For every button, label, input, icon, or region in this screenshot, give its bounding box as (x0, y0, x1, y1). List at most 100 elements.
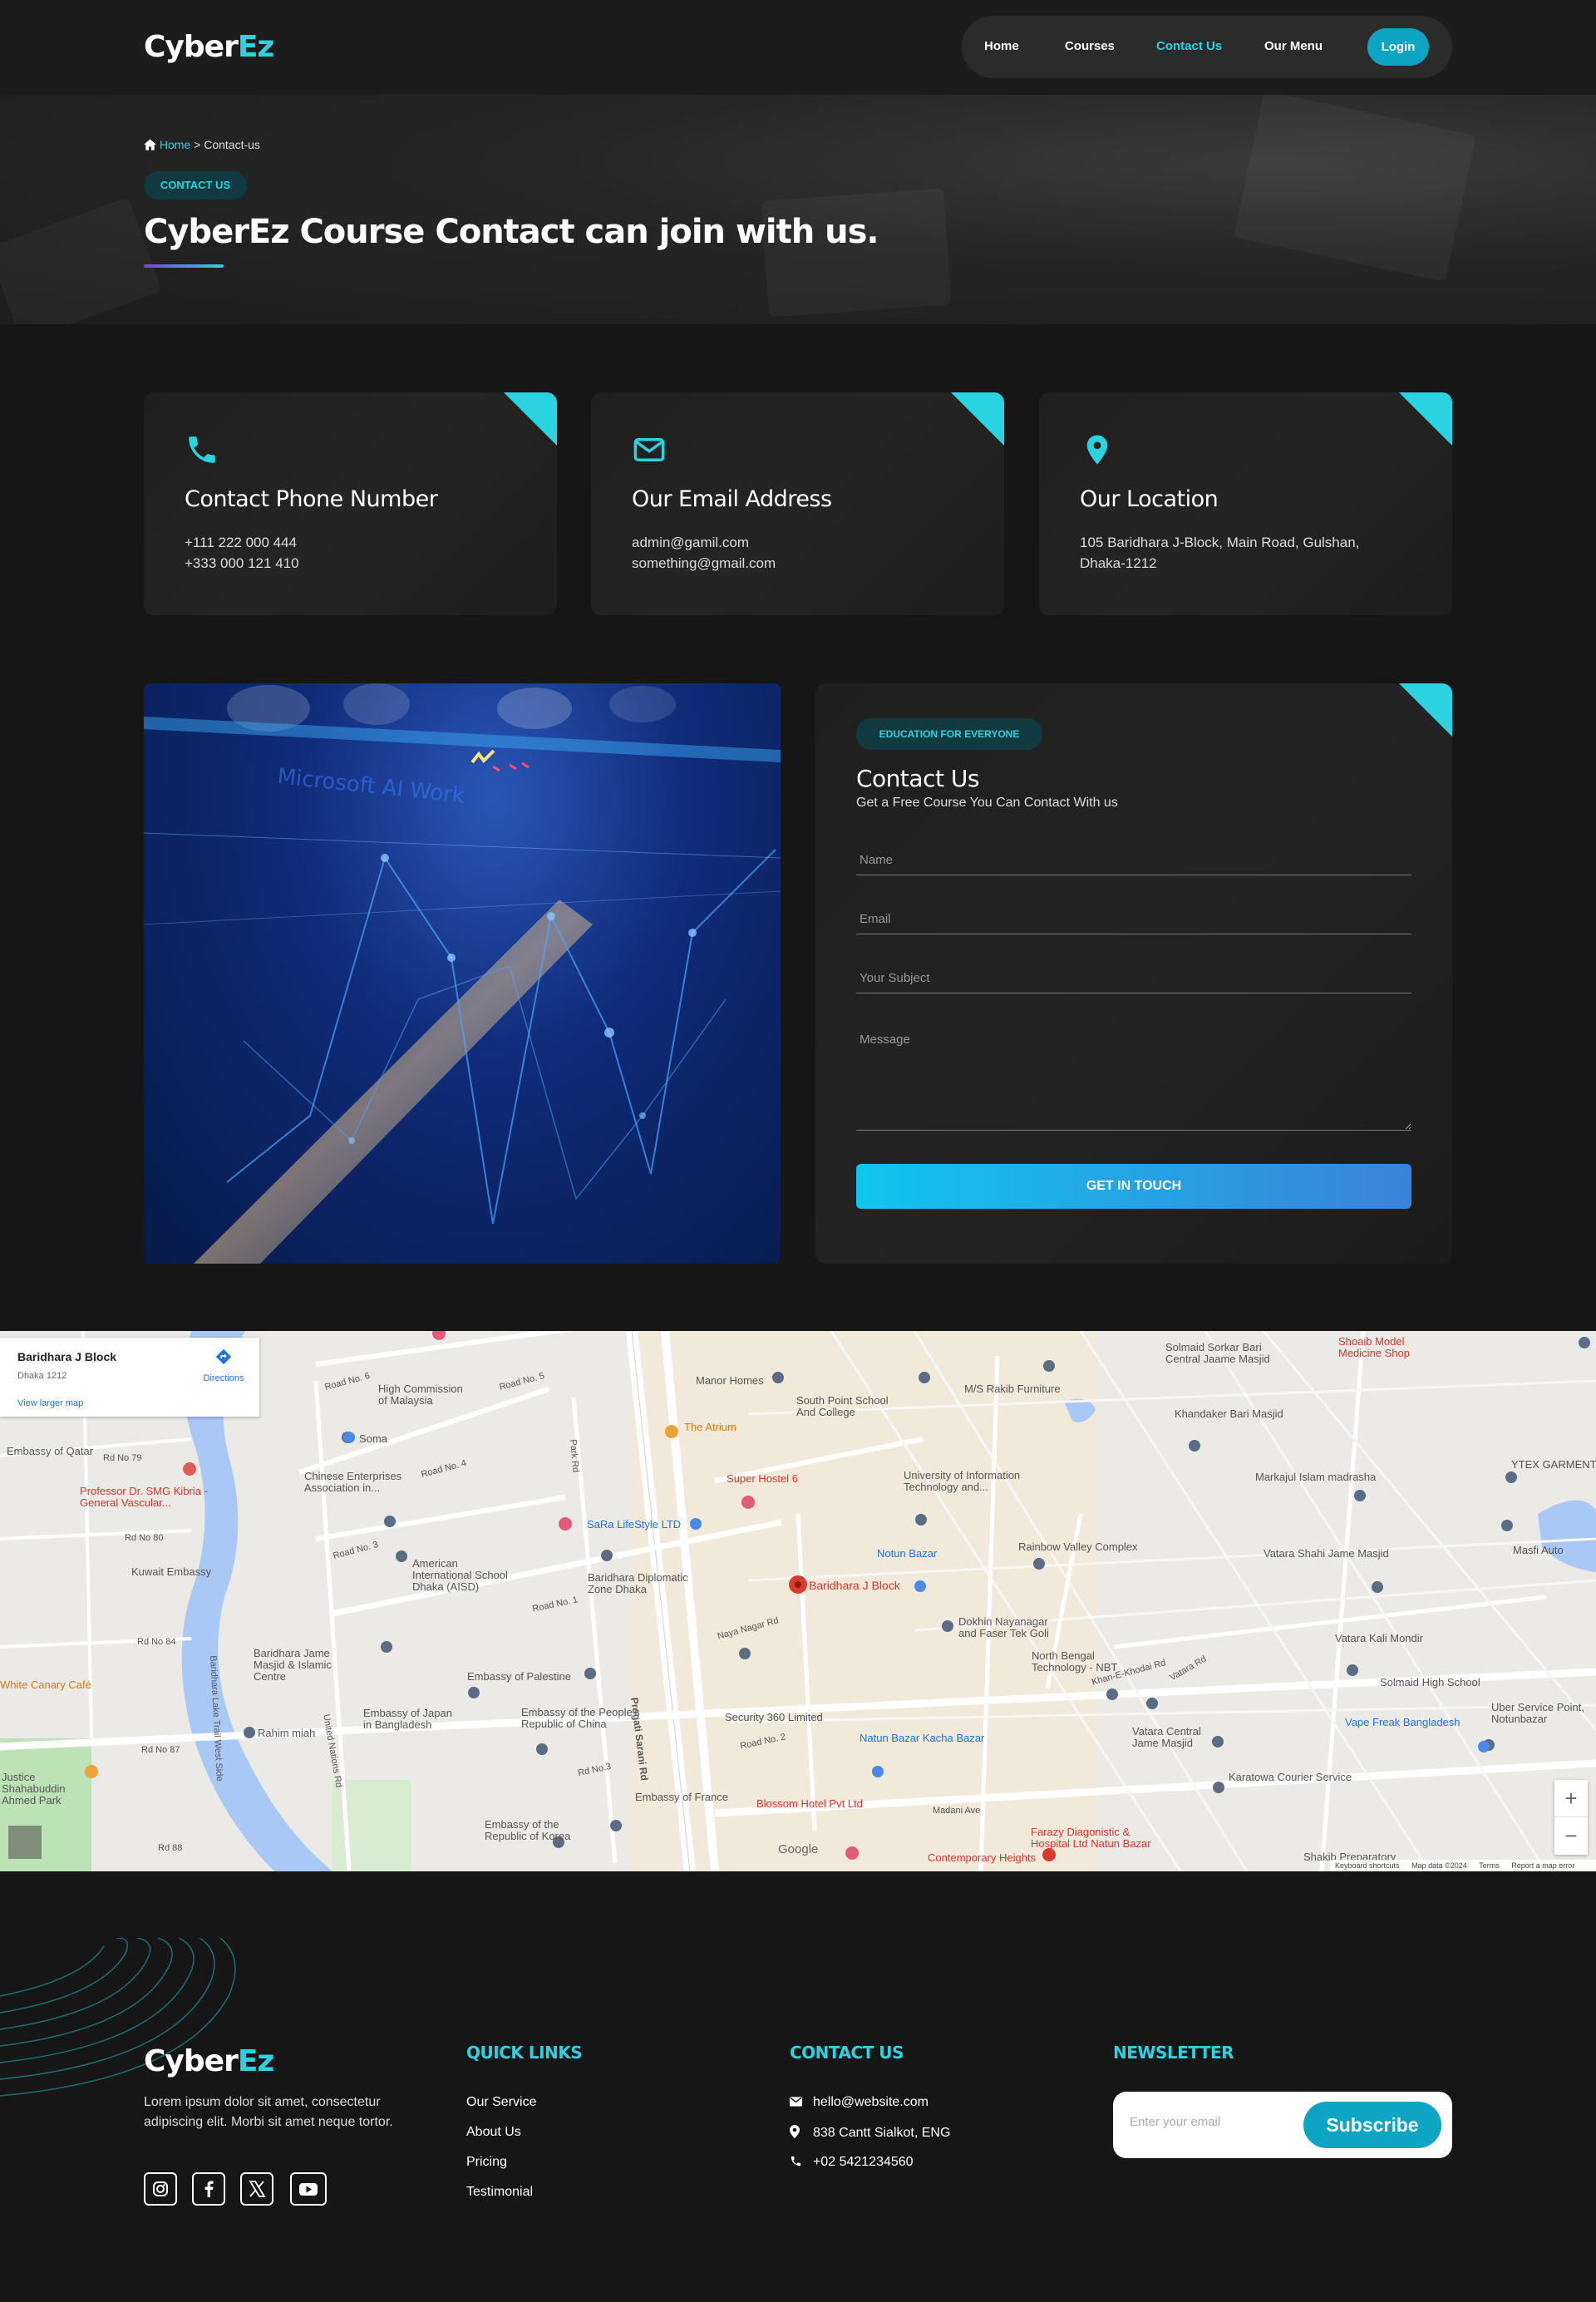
nav-contact-us[interactable]: Contact Us (1156, 39, 1222, 53)
map-label: Soma (359, 1432, 387, 1445)
nav-our-menu[interactable]: Our Menu (1264, 39, 1323, 53)
map-label: Embassy of Palestine (467, 1670, 572, 1683)
place-name: Baridhara J Block (17, 1350, 117, 1363)
subject-field[interactable] (856, 964, 1411, 993)
directions-button[interactable]: Directions (198, 1348, 249, 1385)
map-label: Vatara Kali Mondir (1335, 1632, 1423, 1644)
hero-badge: CONTACT US (144, 171, 247, 200)
map-label: Blossom Hotel Pvt Ltd (756, 1797, 863, 1810)
map-label: Solmaid High School (1380, 1676, 1480, 1688)
login-button[interactable]: Login (1367, 28, 1429, 66)
location-line-2: Dhaka-1212 (1080, 555, 1157, 571)
footer-link-testimonial[interactable]: Testimonial (466, 2185, 533, 2200)
facebook-icon[interactable] (192, 2172, 225, 2206)
top-nav: CyberEz Home Courses Contact Us Our Menu… (0, 0, 1596, 95)
map-road-label: Rd No 80 (125, 1533, 164, 1543)
contact-form: EDUCATION FOR EVERYONE Contact Us Get a … (815, 683, 1452, 1264)
card-corner (951, 392, 1004, 446)
map-label: Khandaker Bari Masjid (1175, 1407, 1283, 1420)
nav-home[interactable]: Home (984, 39, 1019, 53)
map-road-label: Madani Ave (933, 1806, 981, 1816)
map-label: Masfi Auto (1513, 1544, 1564, 1556)
newsletter-form: Subscribe (1113, 2092, 1452, 2158)
footer-link-our-service[interactable]: Our Service (466, 2095, 536, 2110)
map-label: Embassy of the Republic of Korea (485, 1818, 571, 1842)
map-label: American International School Dhaka (AIS… (412, 1557, 508, 1593)
form-badge: EDUCATION FOR EVERYONE (856, 718, 1042, 750)
newsletter-title: NEWSLETTER (1113, 2043, 1234, 2063)
map-label: Justice Shahabuddin Ahmed Park (2, 1771, 66, 1807)
zoom-out-button[interactable]: − (1554, 1817, 1588, 1854)
form-subtitle: Get a Free Course You Can Contact With u… (856, 796, 1118, 810)
email-line-1[interactable]: admin@gamil.com (632, 532, 749, 553)
nav-courses[interactable]: Courses (1065, 39, 1115, 53)
card-title: Contact Phone Number (185, 486, 438, 512)
map-label: Vape Freak Bangladesh (1345, 1716, 1461, 1728)
map-label: Vatara Shahi Jame Masjid (1264, 1547, 1389, 1560)
footer-logo[interactable]: CyberEz (144, 2044, 274, 2078)
keyboard-shortcuts-link[interactable]: Keyboard shortcuts (1335, 1861, 1400, 1870)
page-title: CyberEz Course Contact can join with us. (144, 213, 879, 251)
hero-banner: Home > Contact-us CONTACT US CyberEz Cou… (0, 95, 1596, 324)
map-label: M/S Rakib Furniture (964, 1383, 1061, 1395)
view-larger-map-link[interactable]: View larger map (17, 1398, 83, 1408)
subscribe-button[interactable]: Subscribe (1303, 2102, 1441, 2148)
embedded-map[interactable]: Baridhara J Block Dhaka 1212 View larger… (0, 1331, 1596, 1871)
zoom-controls: + − (1554, 1780, 1588, 1855)
map-label: South Point School And College (796, 1394, 889, 1418)
map-label: Uber Service Point, Notunbazar (1491, 1701, 1584, 1725)
card-title: Our Location (1080, 486, 1219, 512)
instagram-icon[interactable] (144, 2172, 177, 2206)
title-underline (144, 264, 224, 268)
footer-link-pricing[interactable]: Pricing (466, 2155, 507, 2170)
home-icon (144, 139, 156, 153)
map-label: Markajul Islam madrasha (1255, 1471, 1377, 1483)
hero-keyboard-shape (0, 196, 163, 324)
map-label: Security 360 Limited (725, 1711, 823, 1723)
brand-logo[interactable]: CyberEz (144, 30, 274, 64)
map-label: High Commission of Malaysia (378, 1383, 463, 1407)
report-error-link[interactable]: Report a map error (1511, 1861, 1574, 1870)
card-title: Our Email Address (632, 486, 832, 512)
youtube-icon[interactable] (290, 2172, 327, 2206)
map-label: White Canary Café (0, 1678, 91, 1691)
map-label: Baridhara Jame Masjid & Islamic Centre (254, 1647, 332, 1683)
map-place-card: Baridhara J Block Dhaka 1212 View larger… (0, 1338, 259, 1417)
map-pin-label[interactable]: Baridhara J Block (809, 1579, 900, 1592)
map-road-label: Rd 88 (158, 1843, 183, 1853)
terms-link[interactable]: Terms (1479, 1861, 1500, 1870)
name-field[interactable] (856, 845, 1411, 875)
phone-card: Contact Phone Number +111 222 000 444 +3… (144, 392, 557, 615)
breadcrumb-home[interactable]: Home (160, 138, 190, 151)
email-line-2[interactable]: something@gmail.com (632, 553, 776, 574)
map-label: Embassy of Japan in Bangladesh (363, 1707, 452, 1731)
site-footer: CyberEz Lorem ipsum dolor sit amet, cons… (0, 1871, 1596, 2302)
footer-contact-email[interactable]: hello@website.com (790, 2095, 929, 2111)
newsletter-email-input[interactable] (1130, 2115, 1288, 2129)
phone-line-2: +333 000 121 410 (185, 555, 299, 571)
map-label: Chinese Enterprises Association in... (304, 1470, 402, 1494)
footer-about: Lorem ipsum dolor sit amet, consectetur … (144, 2095, 393, 2129)
map-label: Kuwait Embassy (131, 1565, 212, 1578)
message-field[interactable] (856, 1023, 1411, 1131)
x-icon[interactable] (240, 2172, 273, 2206)
footer-contact-phone[interactable]: +02 5421234560 (790, 2155, 914, 2171)
photo-illustration: Microsoft AI Work (144, 683, 781, 1264)
zoom-in-button[interactable]: + (1554, 1780, 1588, 1817)
main-menu: Home Courses Contact Us Our Menu Login (962, 16, 1452, 78)
map-road-label: Rd No 84 (137, 1637, 176, 1647)
place-subtitle: Dhaka 1212 (17, 1371, 67, 1381)
google-logo: Google (778, 1842, 819, 1856)
hero-laptop-shape (761, 188, 952, 318)
map-label: Embassy of France (635, 1791, 728, 1803)
location-line-1: 105 Baridhara J-Block, Main Road, Gulsha… (1080, 535, 1360, 550)
contact-title: CONTACT US (790, 2043, 904, 2063)
email-field[interactable] (856, 905, 1411, 934)
map-label: YTEX GARMENT (1511, 1458, 1596, 1471)
footer-link-about-us[interactable]: About Us (466, 2125, 521, 2140)
photo-overlay-text: Microsoft AI Work (276, 764, 466, 808)
map-label: Manor Homes (696, 1374, 764, 1387)
map-label: Farazy Diagonistic & Hospital Ltd Natun … (1031, 1826, 1151, 1850)
get-in-touch-button[interactable]: GET IN TOUCH (856, 1164, 1411, 1209)
map-label: Rahim miah (258, 1727, 316, 1739)
